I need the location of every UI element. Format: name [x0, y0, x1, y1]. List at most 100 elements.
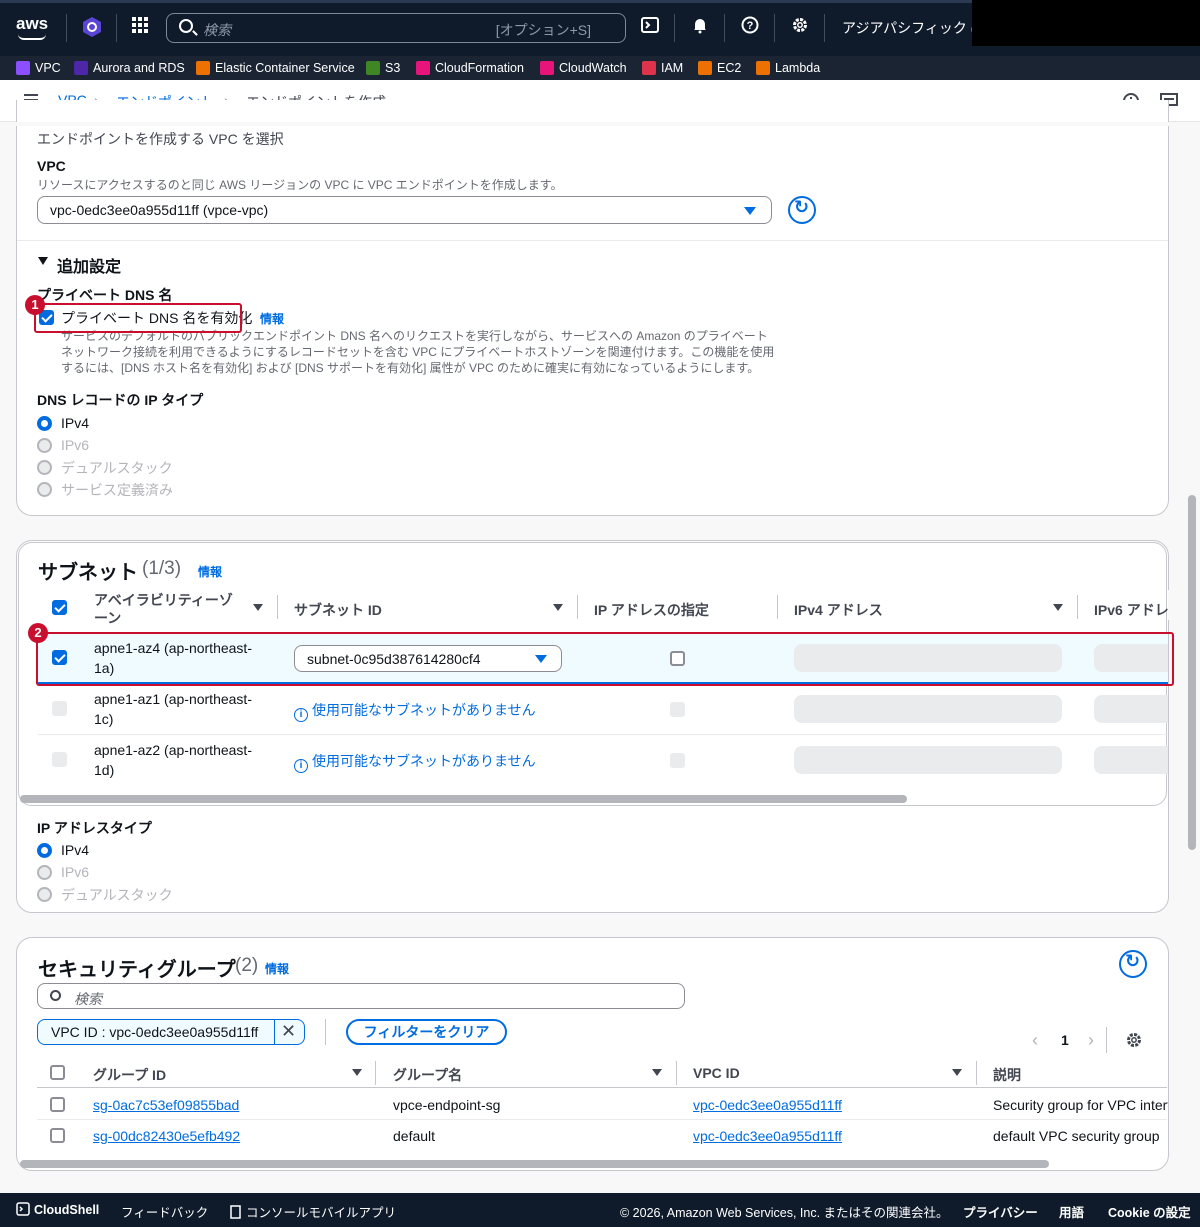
table-settings-gear-icon[interactable] [1125, 1031, 1143, 1052]
footer-copyright: © 2026, Amazon Web Services, Inc. またはその関… [620, 1206, 949, 1220]
logo-smile [18, 34, 46, 40]
favorite-s3[interactable]: S3 [366, 60, 400, 76]
az-header-line1: アベイラビリティーゾ [94, 592, 233, 608]
select-all-security-groups-checkbox[interactable] [50, 1065, 65, 1080]
cloudshell-icon[interactable] [638, 16, 662, 40]
vpc-select[interactable]: vpc-0edc3ee0a955d11ff (vpce-vpc) [37, 196, 772, 224]
page-vertical-scrollbar[interactable] [1188, 495, 1196, 850]
favorite-ecs[interactable]: Elastic Container Service [196, 60, 355, 76]
subnets-count: (1/3) [142, 558, 182, 579]
cloudwatch-service-icon [540, 61, 554, 75]
favorite-label: VPC [35, 61, 61, 75]
favorite-cloudwatch[interactable]: CloudWatch [540, 60, 627, 76]
cloudshell-label: CloudShell [34, 1203, 100, 1217]
clear-filter-button[interactable]: フィルターをクリア [346, 1019, 507, 1045]
sort-icon[interactable] [952, 1069, 962, 1076]
subnets-horizontal-scrollbar[interactable] [20, 795, 907, 803]
sort-icon[interactable] [652, 1069, 662, 1076]
footer-cookie[interactable]: Cookie の設定 [1108, 1202, 1191, 1221]
subnets-info-link[interactable]: 情報 [198, 563, 222, 580]
annotation-badge-2: 2 [28, 623, 48, 643]
private-dns-info-link[interactable]: 情報 [260, 310, 284, 327]
favorite-aurora-rds[interactable]: Aurora and RDS [74, 60, 185, 76]
aws-logo[interactable]: aws [16, 14, 52, 42]
dns-ip-service-defined-radio[interactable] [37, 482, 52, 497]
security-group-row-checkbox[interactable] [50, 1097, 65, 1112]
console-home-icon[interactable] [80, 16, 104, 40]
ip-designation-checkbox[interactable] [670, 753, 685, 768]
refresh-vpc-icon[interactable] [788, 196, 816, 224]
info-circle-icon: i [294, 708, 308, 722]
favorite-label: Aurora and RDS [93, 61, 185, 75]
ip-type-dualstack-radio[interactable] [37, 887, 52, 902]
security-groups-info-link[interactable]: 情報 [265, 960, 289, 977]
mobile-app-label: コンソールモバイルアプリ [246, 1206, 397, 1220]
ip-type-ipv6-radio[interactable] [37, 865, 52, 880]
header-clip [1168, 590, 1188, 620]
cloudformation-service-icon [416, 61, 430, 75]
sort-icon[interactable] [352, 1069, 362, 1076]
nav-separator [774, 14, 775, 42]
favorite-lambda[interactable]: Lambda [756, 60, 820, 76]
footer-mobile-app[interactable]: コンソールモバイルアプリ [230, 1202, 396, 1221]
search-input[interactable]: 検索 [オプション+S] [166, 13, 626, 43]
filter-token-text: VPC ID : vpc-0edc3ee0a955d11ff [51, 1024, 259, 1040]
caret-down-icon [744, 207, 756, 215]
chevron-left-icon[interactable]: ‹ [1032, 1030, 1038, 1051]
ip-type-ipv6-label: IPv6 [61, 864, 90, 880]
panel-clip [0, 122, 1186, 126]
footer-cloudshell[interactable]: CloudShell [16, 1202, 99, 1217]
footer: CloudShell フィードバック コンソールモバイルアプリ © 2026, … [0, 1193, 1200, 1227]
dns-ip-dualstack-radio[interactable] [37, 460, 52, 475]
vpc-field-description: リソースにアクセスするのと同じ AWS リージョンの VPC に VPC エンド… [37, 178, 563, 192]
column-separator [375, 1061, 376, 1085]
footer-privacy[interactable]: プライバシー [963, 1202, 1038, 1221]
footer-terms[interactable]: 用語 [1059, 1202, 1084, 1221]
security-group-row-checkbox[interactable] [50, 1128, 65, 1143]
nav-separator [674, 14, 675, 42]
security-group-search-input[interactable]: 検索 [37, 983, 685, 1009]
sort-icon[interactable] [1053, 604, 1063, 611]
no-subnet-text: 使用可能なサブネットがありません [312, 702, 536, 718]
services-grid-icon[interactable] [128, 16, 152, 40]
subnet-row-checkbox[interactable] [52, 752, 67, 767]
close-icon[interactable]: ✕ [281, 1021, 296, 1042]
security-groups-horizontal-scrollbar[interactable] [20, 1160, 1049, 1168]
ipv6-address-input[interactable] [1094, 746, 1168, 774]
security-group-vpc-link[interactable]: vpc-0edc3ee0a955d11ff [693, 1097, 842, 1113]
dns-ip-ipv4-radio[interactable] [37, 416, 52, 431]
ipv4-address-input[interactable] [794, 695, 1062, 723]
gear-icon[interactable] [788, 16, 812, 40]
ip-type-ipv4-radio[interactable] [37, 843, 52, 858]
help-icon[interactable]: ? [738, 16, 762, 40]
page-number[interactable]: 1 [1061, 1032, 1069, 1048]
dns-ip-service-defined-label: サービス定義済み [61, 482, 173, 498]
vpc-id-header: VPC ID [693, 1065, 740, 1081]
sort-icon[interactable] [553, 604, 563, 611]
pagination-divider [1106, 1027, 1107, 1053]
security-group-id-link[interactable]: sg-00dc82430e5efb492 [93, 1128, 240, 1144]
favorite-vpc[interactable]: VPC [16, 60, 61, 76]
ip-designation-checkbox[interactable] [670, 702, 685, 717]
sort-icon[interactable] [253, 604, 263, 611]
refresh-security-groups-icon[interactable] [1119, 950, 1147, 978]
security-group-id-link[interactable]: sg-0ac7c53ef09855bad [93, 1097, 239, 1113]
additional-settings-toggle[interactable]: 追加設定 [57, 253, 121, 277]
bell-icon[interactable] [688, 16, 712, 40]
header-divider [37, 1087, 1167, 1088]
caret-expanded-icon[interactable] [38, 257, 48, 265]
ipv6-address-input[interactable] [1094, 695, 1168, 723]
select-all-subnets-checkbox[interactable] [52, 600, 67, 615]
nav-separator [116, 14, 117, 42]
favorite-cloudformation[interactable]: CloudFormation [416, 60, 524, 76]
ipv4-address-input[interactable] [794, 746, 1062, 774]
subnet-row-checkbox[interactable] [52, 701, 67, 716]
favorite-ec2[interactable]: EC2 [698, 60, 741, 76]
footer-feedback[interactable]: フィードバック [121, 1202, 208, 1221]
favorite-iam[interactable]: IAM [642, 60, 683, 76]
security-group-vpc-link[interactable]: vpc-0edc3ee0a955d11ff [693, 1128, 842, 1144]
dns-ip-ipv6-radio[interactable] [37, 438, 52, 453]
svg-text:?: ? [747, 20, 754, 32]
chevron-right-icon[interactable]: › [1088, 1030, 1094, 1051]
toolbar-divider [325, 1019, 326, 1045]
